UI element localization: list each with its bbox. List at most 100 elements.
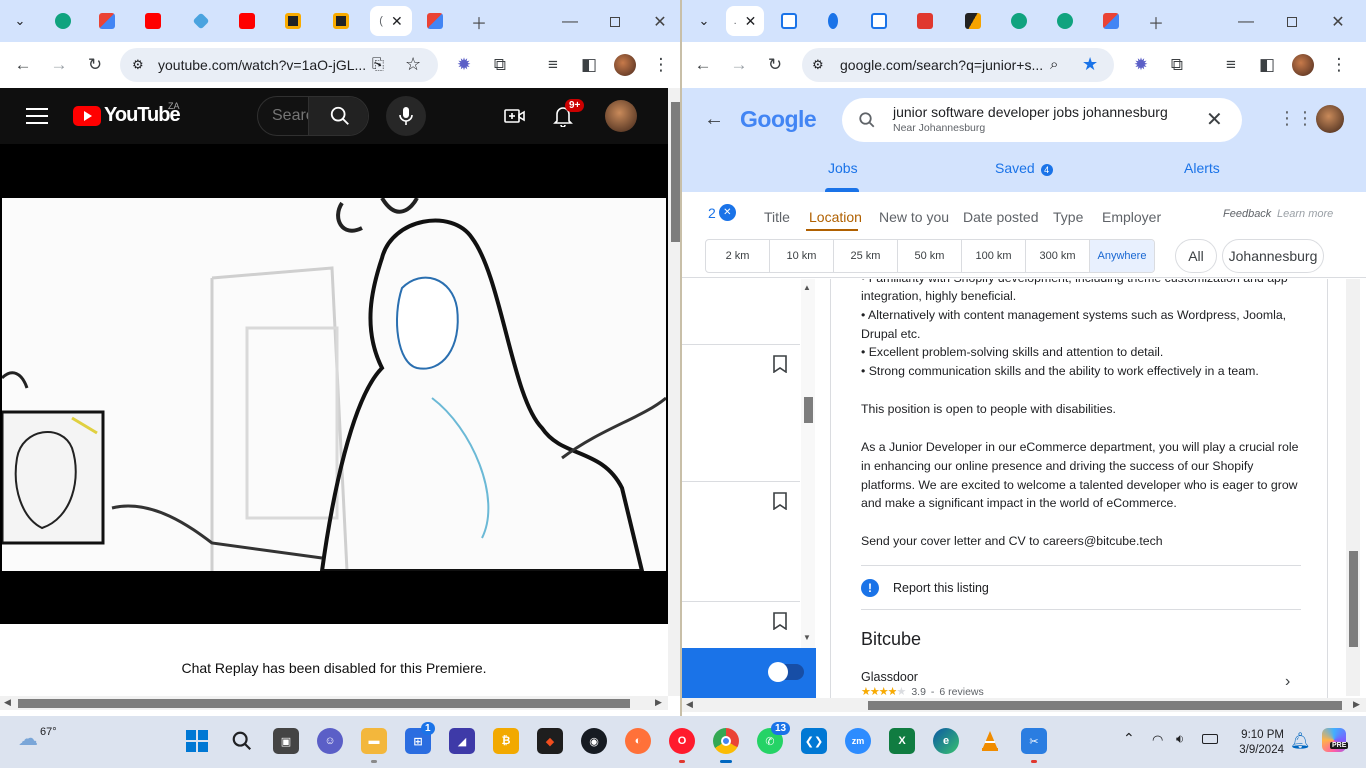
- menu-button[interactable]: [26, 105, 48, 127]
- distance-10km[interactable]: 10 km: [770, 240, 834, 272]
- tab-chatgpt-2[interactable]: [1046, 6, 1084, 36]
- close-window-button[interactable]: ✕: [648, 10, 672, 34]
- scrollbar-thumb[interactable]: [18, 699, 630, 708]
- tab-arrow-site[interactable]: [954, 6, 992, 36]
- youtube-logo-icon[interactable]: [73, 106, 101, 126]
- distance-100km[interactable]: 100 km: [962, 240, 1026, 272]
- google-logo[interactable]: Google: [740, 106, 817, 133]
- tab-search-button[interactable]: ⌄: [688, 6, 720, 36]
- zoom-button[interactable]: zm: [845, 728, 871, 754]
- list-scrollbar[interactable]: ▲ ▼: [801, 279, 815, 648]
- extensions-menu-button[interactable]: ⧉: [487, 52, 513, 78]
- teams-chat-button[interactable]: ☺: [317, 728, 343, 754]
- filter-employer[interactable]: Employer: [1102, 209, 1161, 225]
- tab-gmail[interactable]: [88, 6, 126, 36]
- scroll-up-arrow-icon[interactable]: ▲: [803, 283, 811, 292]
- filter-date-posted[interactable]: Date posted: [963, 209, 1039, 225]
- scroll-right-arrow-icon[interactable]: ▶: [655, 697, 662, 708]
- tab-doc-1[interactable]: [274, 6, 312, 36]
- weather-widget[interactable]: ☁ 67°: [18, 726, 57, 751]
- forward-button[interactable]: →: [46, 52, 72, 78]
- notification-bell-icon[interactable]: 🔔︎: [1290, 731, 1310, 751]
- minimize-button[interactable]: —: [558, 10, 582, 34]
- bookmark-star-icon[interactable]: ☆: [405, 54, 421, 75]
- scrollbar-thumb[interactable]: [868, 701, 1342, 710]
- minimize-button[interactable]: —: [1234, 10, 1258, 34]
- new-tab-button[interactable]: ＋: [1144, 10, 1168, 34]
- figma-button[interactable]: ◆: [537, 728, 563, 754]
- clear-search-icon[interactable]: ✕: [1206, 107, 1223, 132]
- close-window-button[interactable]: ✕: [1326, 10, 1350, 34]
- snipping-tool-button[interactable]: ✂: [1021, 728, 1047, 754]
- volume-icon[interactable]: 🔉︎: [1176, 731, 1184, 747]
- horizontal-scrollbar[interactable]: ◀ ▶: [0, 696, 668, 710]
- battery-icon[interactable]: [1202, 734, 1218, 744]
- tab-active-youtube[interactable]: ( ✕: [370, 6, 412, 36]
- start-button[interactable]: [184, 728, 210, 754]
- profile-avatar[interactable]: [612, 52, 638, 78]
- bitcoin-app-button[interactable]: ₿: [493, 728, 519, 754]
- search-button[interactable]: [308, 97, 368, 135]
- maximize-button[interactable]: [603, 10, 627, 34]
- tab-saved[interactable]: Saved 4: [995, 160, 1053, 176]
- new-tab-button[interactable]: ＋: [467, 10, 491, 34]
- scrollbar-thumb[interactable]: [1349, 551, 1358, 647]
- tab-youtube-1[interactable]: [134, 6, 172, 36]
- distance-anywhere[interactable]: Anywhere: [1090, 240, 1154, 272]
- extension-button[interactable]: ✹: [1128, 52, 1154, 78]
- tab-youtube-2[interactable]: [228, 6, 266, 36]
- distance-2km[interactable]: 2 km: [706, 240, 770, 272]
- notifications-button[interactable]: 9+: [543, 96, 585, 136]
- tab-alerts[interactable]: Alerts: [1184, 160, 1220, 176]
- filter-type[interactable]: Type: [1053, 209, 1083, 225]
- search-box[interactable]: junior software developer jobs johannesb…: [842, 98, 1242, 142]
- wifi-icon[interactable]: ◠: [1152, 732, 1163, 748]
- bookmark-icon[interactable]: [772, 492, 788, 510]
- scrollbar-thumb[interactable]: [804, 397, 813, 423]
- microsoft-store-button[interactable]: ⊞ 1: [405, 722, 435, 754]
- clear-filters-chip[interactable]: 2 ✕: [708, 204, 736, 221]
- copilot-button[interactable]: PRE: [1322, 728, 1349, 752]
- bookmark-icon[interactable]: [772, 355, 788, 373]
- search-input[interactable]: [258, 97, 308, 135]
- extension-button[interactable]: ✹: [451, 52, 477, 78]
- media-control-button[interactable]: ≡: [540, 52, 566, 78]
- opera-button[interactable]: O: [669, 728, 695, 754]
- media-control-button[interactable]: ≡: [1218, 52, 1244, 78]
- show-hidden-icons-chevron-up-icon[interactable]: ⌃: [1123, 730, 1135, 747]
- scroll-down-arrow-icon[interactable]: ▼: [803, 633, 811, 642]
- profile-avatar[interactable]: [1290, 52, 1316, 78]
- side-panel-button[interactable]: ◧: [1254, 52, 1280, 78]
- tab-gmail[interactable]: [1092, 6, 1130, 36]
- tab-p-site[interactable]: [906, 6, 944, 36]
- vlc-button[interactable]: [977, 728, 1003, 754]
- clock[interactable]: 9:10 PM 3/9/2024: [1234, 728, 1284, 758]
- file-explorer-button[interactable]: ▬: [361, 728, 387, 754]
- horizontal-scrollbar[interactable]: ◀ ▶: [682, 698, 1366, 712]
- extensions-menu-button[interactable]: ⧉: [1164, 52, 1190, 78]
- place-johannesburg-pill[interactable]: Johannesburg: [1222, 239, 1324, 273]
- tab-active-google[interactable]: . ✕: [726, 6, 764, 36]
- vscode-button[interactable]: ❮❯: [801, 728, 827, 754]
- video-frame[interactable]: [2, 198, 666, 571]
- reload-button[interactable]: ↻: [762, 52, 788, 78]
- reload-button[interactable]: ↻: [82, 52, 108, 78]
- distance-300km[interactable]: 300 km: [1026, 240, 1090, 272]
- tab-info-2[interactable]: [814, 6, 852, 36]
- tab-doc-2[interactable]: [322, 6, 360, 36]
- task-view-button[interactable]: ▣: [273, 728, 299, 754]
- close-tab-icon[interactable]: ✕: [391, 13, 403, 30]
- tab-gmail-2[interactable]: [416, 6, 454, 36]
- bookmark-star-filled-icon[interactable]: ★: [1082, 54, 1098, 75]
- filter-location[interactable]: Location: [809, 209, 862, 225]
- learn-more-link[interactable]: Learn more: [1277, 208, 1333, 220]
- close-tab-icon[interactable]: ✕: [745, 13, 757, 30]
- excel-button[interactable]: X: [889, 728, 915, 754]
- account-avatar[interactable]: [601, 96, 641, 136]
- search-query[interactable]: junior software developer jobs johannesb…: [893, 104, 1168, 120]
- chrome-menu-button[interactable]: ⋮: [648, 52, 674, 78]
- tab-info-3[interactable]: [860, 6, 898, 36]
- maximize-button[interactable]: [1280, 10, 1304, 34]
- search-icon[interactable]: ⌕: [1050, 56, 1058, 73]
- back-arrow-icon[interactable]: ←: [704, 108, 724, 131]
